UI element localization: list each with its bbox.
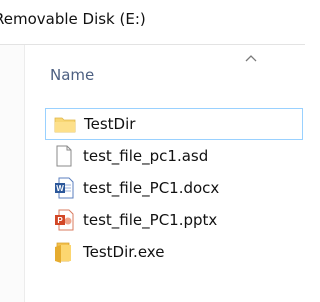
navigation-pane-edge[interactable]: [0, 45, 25, 302]
word-document-icon: W: [53, 176, 75, 200]
file-name: test_file_PC1.docx: [83, 179, 220, 197]
svg-text:P: P: [57, 216, 63, 225]
list-item-exe[interactable]: TestDir.exe: [45, 236, 305, 268]
file-name: TestDir: [84, 115, 136, 133]
name-column-header[interactable]: Name: [50, 66, 94, 84]
list-item-testdir[interactable]: TestDir: [45, 108, 303, 140]
folder-icon: [54, 112, 76, 136]
list-item-docx[interactable]: W test_file_PC1.docx: [45, 172, 305, 204]
powerpoint-document-icon: P: [53, 208, 75, 232]
explorer-window: Removable Disk (E:) Name TestDir test_fi…: [0, 0, 305, 302]
sort-ascending-icon[interactable]: [244, 52, 258, 64]
file-name: test_file_PC1.pptx: [83, 211, 218, 229]
generic-file-icon: [53, 144, 75, 168]
file-list: TestDir test_file_pc1.asd W test_file_PC…: [45, 108, 305, 268]
folder-exe-icon: [53, 240, 75, 264]
title-bar: Removable Disk (E:): [0, 0, 305, 45]
list-item-asd[interactable]: test_file_pc1.asd: [45, 140, 305, 172]
list-item-pptx[interactable]: P test_file_PC1.pptx: [45, 204, 305, 236]
file-name: TestDir.exe: [83, 243, 165, 261]
file-name: test_file_pc1.asd: [83, 147, 209, 165]
svg-text:W: W: [56, 184, 64, 193]
window-title: Removable Disk (E:): [0, 10, 146, 28]
